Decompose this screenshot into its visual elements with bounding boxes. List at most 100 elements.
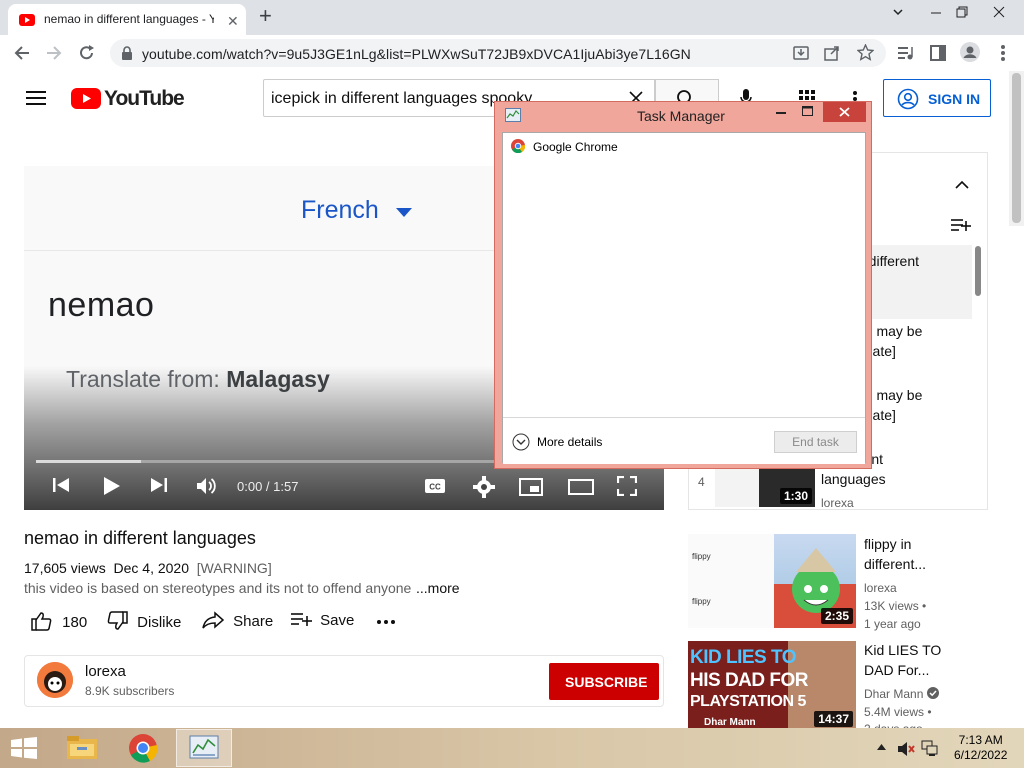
share-button[interactable]: Share	[202, 611, 273, 630]
windows-taskbar: 7:13 AM 6/12/2022	[0, 728, 1024, 768]
bookmark-star-icon[interactable]	[857, 44, 874, 61]
browser-tab[interactable]: nemao in different languages - Y ✕	[8, 4, 246, 35]
expand-details-icon[interactable]	[512, 433, 530, 451]
lock-icon[interactable]	[121, 46, 133, 60]
task-manager-taskbar-icon	[189, 735, 219, 761]
tm-maximize-icon[interactable]	[802, 106, 813, 116]
rec-1-duration: 2:35	[820, 608, 853, 624]
rec-1-views: 13K views •	[864, 599, 927, 613]
subtitles-icon[interactable]: CC	[424, 478, 446, 494]
more-details-link[interactable]: More details	[537, 435, 602, 449]
play-icon[interactable]	[103, 476, 121, 496]
forward-icon[interactable]	[45, 44, 63, 62]
side-panel-icon[interactable]	[929, 44, 947, 62]
media-control-icon[interactable]	[896, 44, 914, 62]
chrome-menu-icon[interactable]	[1001, 44, 1005, 62]
like-count: 180	[62, 614, 88, 631]
clock-time: 7:13 AM	[958, 733, 1003, 747]
more-actions-icon[interactable]	[377, 620, 395, 624]
volume-muted-icon[interactable]	[897, 741, 915, 757]
process-name: Google Chrome	[533, 140, 618, 154]
collapse-playlist-icon[interactable]	[955, 180, 969, 189]
install-icon[interactable]	[793, 45, 809, 61]
task-manager-app-icon	[505, 108, 521, 122]
show-more-button[interactable]: ...more	[416, 580, 460, 596]
playlist-add-icon[interactable]	[951, 218, 971, 232]
page-scrollbar-track	[1009, 71, 1024, 226]
browser-toolbar: youtube.com/watch?v=9u5J3GE1nLg&list=PLW…	[0, 35, 1024, 72]
url-text: youtube.com/watch?v=9u5J3GE1nLg&list=PLW…	[142, 46, 691, 62]
rec-1-channel[interactable]: lorexa	[864, 581, 897, 595]
theater-mode-icon[interactable]	[568, 478, 594, 496]
settings-gear-icon[interactable]	[473, 476, 495, 498]
address-bar[interactable]: youtube.com/watch?v=9u5J3GE1nLg&list=PLW…	[110, 39, 886, 67]
windows-start-icon[interactable]	[10, 737, 38, 759]
tab-title: nemao in different languages - Y	[44, 12, 214, 26]
task-manager-window[interactable]: Task Manager Google Chrome More details …	[494, 101, 872, 469]
youtube-logo-text[interactable]: YouTube	[104, 87, 185, 111]
reload-icon[interactable]	[78, 44, 96, 62]
target-language-label: French	[301, 196, 379, 224]
profile-icon[interactable]	[960, 42, 980, 62]
restore-icon[interactable]	[956, 6, 968, 18]
save-label: Save	[320, 612, 355, 629]
dislike-label: Dislike	[137, 614, 182, 631]
minimize-icon[interactable]	[930, 6, 942, 18]
tab-close-icon[interactable]: ✕	[227, 13, 239, 30]
channel-name[interactable]: lorexa	[85, 663, 126, 680]
share-page-icon[interactable]	[824, 45, 840, 61]
verified-badge-icon	[927, 687, 939, 699]
upload-date: Dec 4, 2020	[113, 560, 190, 576]
video-meta: 17,605 views Dec 4, 2020 [WARNING]	[24, 560, 272, 576]
video-description: this video is based on stereotypes and i…	[24, 580, 412, 596]
task-manager-process-list: Google Chrome More details End task	[502, 132, 866, 464]
rec-1-title-line2[interactable]: different...	[864, 554, 926, 574]
subscribe-button[interactable]: SUBSCRIBE	[549, 663, 659, 700]
show-hidden-icons-icon[interactable]	[877, 744, 886, 750]
dislike-button[interactable]: Dislike	[106, 611, 181, 631]
time-display: 0:00 / 1:57	[237, 479, 299, 494]
folder-icon	[66, 735, 98, 761]
network-icon[interactable]	[921, 740, 939, 756]
rec-1-age: 1 year ago	[864, 617, 921, 631]
source-language: Malagasy	[226, 366, 330, 392]
like-button[interactable]: 180	[31, 611, 87, 631]
page-scrollbar-thumb[interactable]	[1012, 73, 1021, 223]
fullscreen-icon[interactable]	[617, 476, 637, 496]
rec-2-channel[interactable]: Dhar Mann	[864, 687, 923, 701]
sign-in-button[interactable]: SIGN IN	[883, 79, 991, 117]
rec-1-thumbnail[interactable]: flippy flippy 2:35	[688, 534, 856, 628]
tm-minimize-icon[interactable]	[776, 112, 786, 116]
save-button[interactable]: Save	[290, 611, 354, 629]
channel-avatar[interactable]	[37, 662, 73, 698]
chrome-taskbar-button[interactable]	[116, 729, 172, 767]
system-clock[interactable]: 7:13 AM 6/12/2022	[954, 733, 1007, 763]
volume-icon[interactable]	[196, 476, 218, 496]
rec-2-title-line2[interactable]: DAD For...	[864, 660, 929, 680]
rec-1-title-line1[interactable]: flippy in	[864, 534, 911, 554]
task-manager-taskbar-button[interactable]	[176, 729, 232, 767]
next-icon[interactable]	[150, 476, 168, 494]
share-label: Share	[233, 613, 274, 630]
playlist-scrollbar[interactable]	[975, 246, 981, 296]
warning-tag: [WARNING]	[196, 560, 272, 576]
back-icon[interactable]	[13, 44, 31, 62]
tab-search-icon[interactable]	[892, 6, 904, 18]
window-close-icon[interactable]	[993, 6, 1005, 18]
tm-close-button[interactable]	[823, 102, 866, 122]
hamburger-menu-icon[interactable]	[26, 90, 46, 106]
translate-from-label: Translate from: Malagasy	[66, 366, 330, 392]
playlist-item-4-channel: lorexa	[821, 496, 854, 510]
chrome-icon	[511, 139, 525, 153]
rec-2-title-line1[interactable]: Kid LIES TO	[864, 640, 941, 660]
miniplayer-icon[interactable]	[519, 478, 543, 496]
previous-icon[interactable]	[52, 476, 70, 494]
playlist-item-4-index: 4	[698, 475, 705, 489]
youtube-logo-icon[interactable]	[71, 88, 101, 109]
progress-buffered	[36, 460, 141, 463]
new-tab-button[interactable]: +	[259, 5, 272, 27]
rec-2-thumbnail[interactable]: KID LIES TO HIS DAD FOR PLAYSTATION 5 Dh…	[688, 641, 856, 728]
video-title: nemao in different languages	[24, 528, 256, 548]
file-explorer-button[interactable]	[56, 729, 112, 767]
end-task-button[interactable]: End task	[774, 431, 857, 453]
